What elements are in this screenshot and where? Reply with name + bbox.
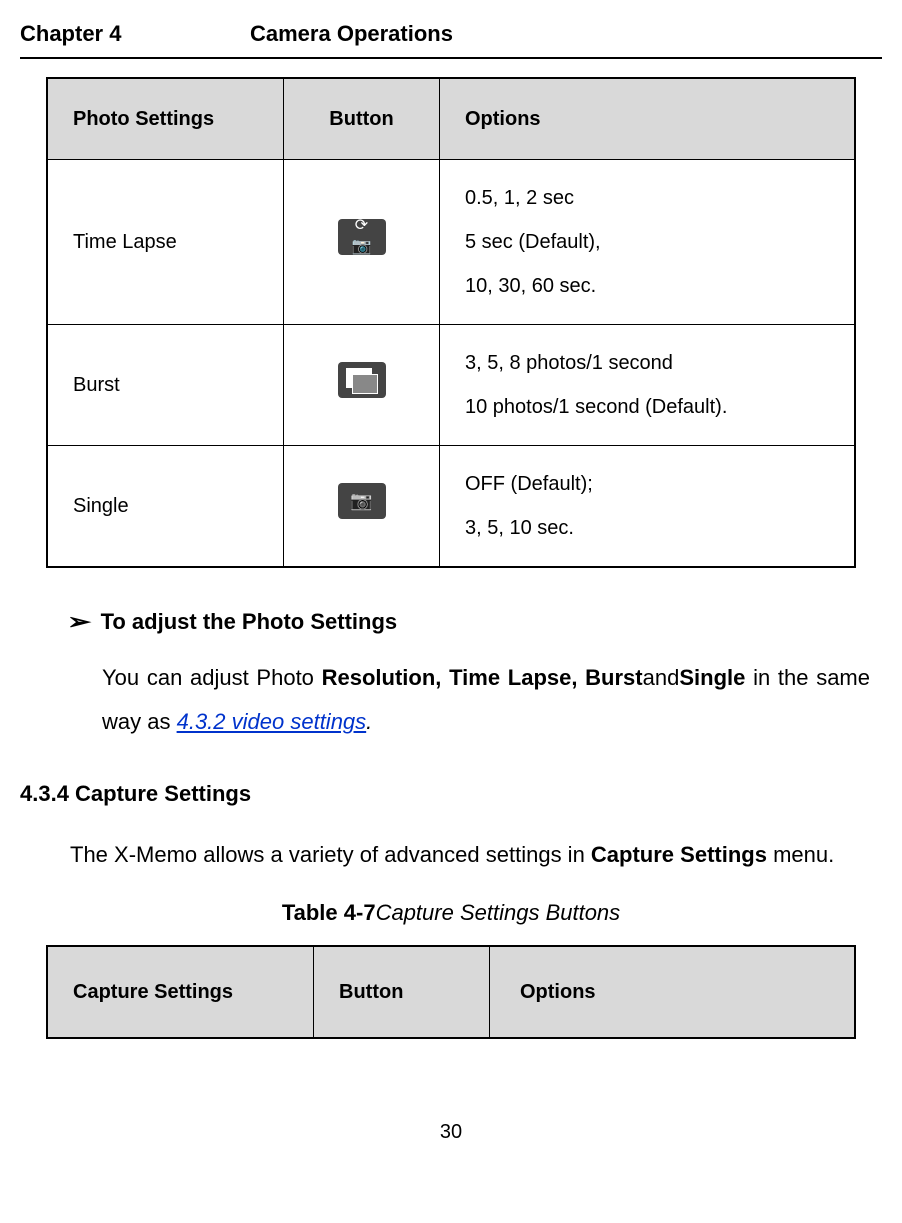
table-row: Single OFF (Default);3, 5, 10 sec.: [47, 445, 855, 567]
bullet-body: You can adjust Photo Resolution, Time La…: [102, 656, 870, 744]
section-body: The X-Memo allows a variety of advanced …: [70, 833, 870, 877]
setting-name: Burst: [47, 324, 284, 445]
capture-settings-table: Capture Settings Button Options: [46, 945, 856, 1039]
bullet-arrow-icon: ➢: [67, 608, 91, 637]
table-header-row: Photo Settings Button Options: [47, 78, 855, 160]
table-row: Burst 3, 5, 8 photos/1 second10 photos/1…: [47, 324, 855, 445]
setting-name: Single: [47, 445, 284, 567]
chapter-label: Chapter 4: [20, 20, 250, 49]
col-header: Options: [490, 946, 856, 1038]
options-cell: 3, 5, 8 photos/1 second10 photos/1 secon…: [440, 324, 856, 445]
button-icon-cell: [284, 324, 440, 445]
table-row: Time Lapse 0.5, 1, 2 sec5 sec (Default),…: [47, 159, 855, 324]
col-header: Photo Settings: [47, 78, 284, 160]
bullet-section: ➢ To adjust the Photo Settings You can a…: [70, 608, 870, 745]
bullet-heading: ➢ To adjust the Photo Settings: [70, 608, 870, 637]
burst-icon: [338, 362, 386, 398]
options-cell: OFF (Default);3, 5, 10 sec.: [440, 445, 856, 567]
page-number: 30: [20, 1119, 882, 1145]
page-header: Chapter 4 Camera Operations: [20, 20, 882, 59]
bullet-heading-text: To adjust the Photo Settings: [101, 609, 398, 634]
button-icon-cell: [284, 445, 440, 567]
timelapse-icon: [338, 219, 386, 255]
single-icon: [338, 483, 386, 519]
video-settings-link[interactable]: 4.3.2 video settings: [177, 709, 367, 734]
col-header: Button: [314, 946, 490, 1038]
section-heading: 4.3.4 Capture Settings: [20, 780, 882, 809]
col-header: Options: [440, 78, 856, 160]
chapter-title: Camera Operations: [250, 20, 453, 49]
table-caption: Table 4-7Capture Settings Buttons: [20, 899, 882, 928]
col-header: Button: [284, 78, 440, 160]
photo-settings-table: Photo Settings Button Options Time Lapse…: [46, 77, 856, 568]
setting-name: Time Lapse: [47, 159, 284, 324]
options-cell: 0.5, 1, 2 sec5 sec (Default),10, 30, 60 …: [440, 159, 856, 324]
col-header: Capture Settings: [47, 946, 314, 1038]
button-icon-cell: [284, 159, 440, 324]
table-header-row: Capture Settings Button Options: [47, 946, 855, 1038]
